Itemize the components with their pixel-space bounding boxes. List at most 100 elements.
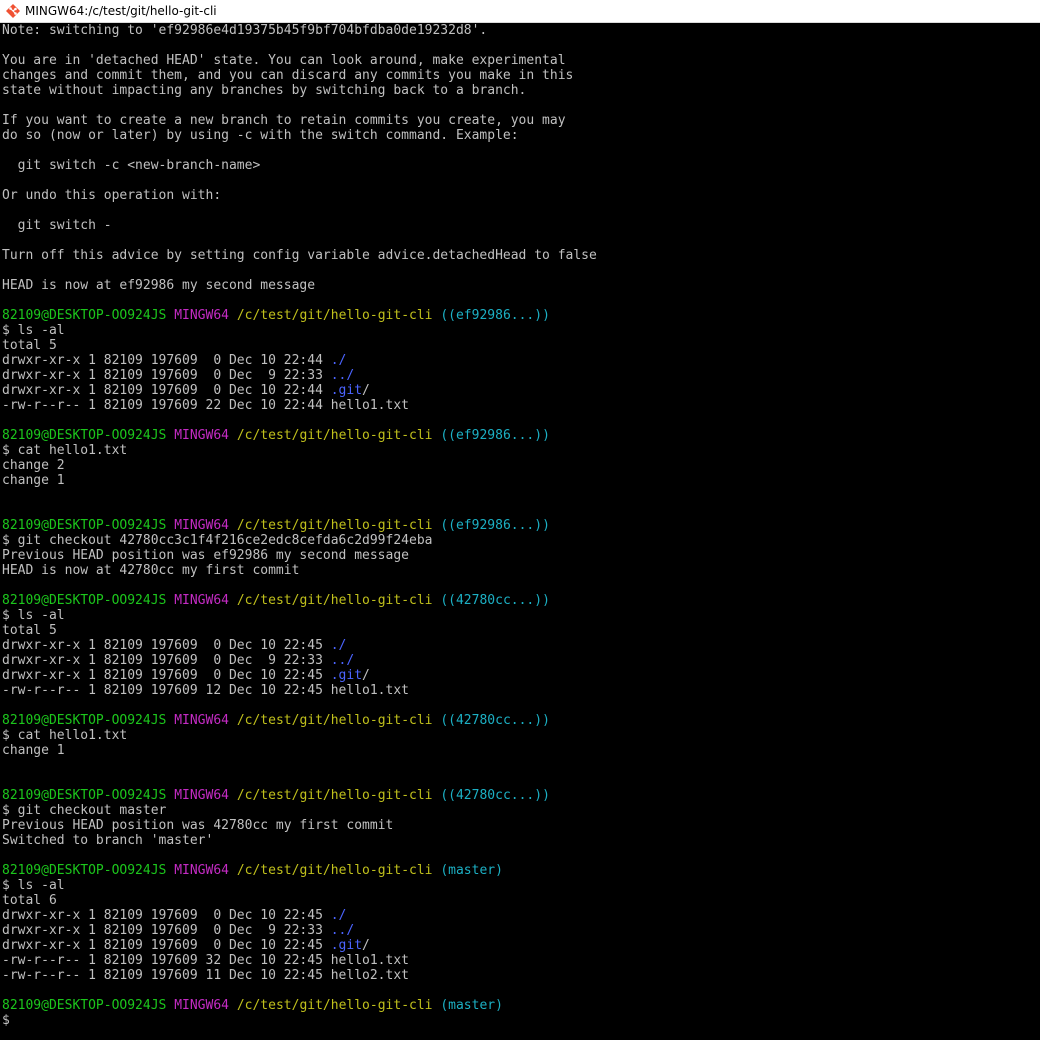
terminal-line: drwxr-xr-x 1 82109 197609 0 Dec 10 22:45… <box>2 908 1038 923</box>
terminal-line: If you want to create a new branch to re… <box>2 113 1038 128</box>
prompt-path: /c/test/git/hello-git-cli <box>236 518 433 533</box>
output-text: change 2 <box>2 458 65 473</box>
prompt-user-host: 82109@DESKTOP-OO924JS <box>2 788 167 803</box>
output-text: change 1 <box>2 743 65 758</box>
terminal-line: Switched to branch 'master' <box>2 833 1038 848</box>
terminal-line: -rw-r--r-- 1 82109 197609 11 Dec 10 22:4… <box>2 968 1038 983</box>
terminal-line: drwxr-xr-x 1 82109 197609 0 Dec 10 22:44… <box>2 383 1038 398</box>
title-bar[interactable]: MINGW64:/c/test/git/hello-git-cli <box>0 0 1040 23</box>
prompt-branch: ((ef92986...)) <box>440 518 550 533</box>
terminal-line: Previous HEAD position was ef92986 my se… <box>2 548 1038 563</box>
terminal-line: You are in 'detached HEAD' state. You ca… <box>2 53 1038 68</box>
terminal-line: change 1 <box>2 743 1038 758</box>
terminal-line: Or undo this operation with: <box>2 188 1038 203</box>
prompt-system: MINGW64 <box>174 428 229 443</box>
terminal-line: 82109@DESKTOP-OO924JS MINGW64 /c/test/gi… <box>2 428 1038 443</box>
prompt-system: MINGW64 <box>174 998 229 1013</box>
terminal-line: drwxr-xr-x 1 82109 197609 0 Dec 9 22:33 … <box>2 923 1038 938</box>
terminal-line: -rw-r--r-- 1 82109 197609 22 Dec 10 22:4… <box>2 398 1038 413</box>
output-text: drwxr-xr-x 1 82109 197609 0 Dec 10 22:44 <box>2 353 331 368</box>
output-text: total 5 <box>2 623 57 638</box>
output-text: -rw-r--r-- 1 82109 197609 12 Dec 10 22:4… <box>2 683 409 698</box>
output-text: git switch -c <new-branch-name> <box>2 158 261 173</box>
prompt-user-host: 82109@DESKTOP-OO924JS <box>2 998 167 1013</box>
directory-entry: ../ <box>330 923 355 938</box>
prompt-user-host: 82109@DESKTOP-OO924JS <box>2 308 167 323</box>
terminal-line: total 5 <box>2 623 1038 638</box>
output-text: HEAD is now at ef92986 my second message <box>2 278 316 293</box>
output-text: Or undo this operation with: <box>2 188 222 203</box>
prompt-system: MINGW64 <box>174 863 229 878</box>
output-text: $ cat hello1.txt <box>2 728 128 743</box>
directory-entry: ../ <box>330 368 355 383</box>
output-text: git switch - <box>2 218 112 233</box>
prompt-path: /c/test/git/hello-git-cli <box>236 998 433 1013</box>
terminal-line: $ ls -al <box>2 878 1038 893</box>
prompt-user-host: 82109@DESKTOP-OO924JS <box>2 518 167 533</box>
output-text: Switched to branch 'master' <box>2 833 214 848</box>
prompt-branch: ((ef92986...)) <box>440 428 550 443</box>
terminal-line: $ <box>2 1013 1038 1028</box>
terminal-line: changes and commit them, and you can dis… <box>2 68 1038 83</box>
terminal-output[interactable]: Note: switching to 'ef92986e4d19375b45f9… <box>2 23 1038 1040</box>
output-text: $ ls -al <box>2 323 65 338</box>
prompt-system: MINGW64 <box>174 593 229 608</box>
directory-entry: ../ <box>330 653 355 668</box>
prompt-system: MINGW64 <box>174 788 229 803</box>
terminal-line: 82109@DESKTOP-OO924JS MINGW64 /c/test/gi… <box>2 713 1038 728</box>
directory-entry: .git <box>330 668 363 683</box>
prompt-path: /c/test/git/hello-git-cli <box>236 863 433 878</box>
prompt-system: MINGW64 <box>174 713 229 728</box>
output-text: drwxr-xr-x 1 82109 197609 0 Dec 9 22:33 <box>2 653 331 668</box>
prompt-path: /c/test/git/hello-git-cli <box>236 713 433 728</box>
output-text: drwxr-xr-x 1 82109 197609 0 Dec 10 22:45 <box>2 938 331 953</box>
terminal-line: 82109@DESKTOP-OO924JS MINGW64 /c/test/gi… <box>2 308 1038 323</box>
output-text: $ ls -al <box>2 878 65 893</box>
directory-entry: ./ <box>330 908 347 923</box>
terminal-line: drwxr-xr-x 1 82109 197609 0 Dec 10 22:45… <box>2 638 1038 653</box>
output-text: Previous HEAD position was 42780cc my fi… <box>2 818 394 833</box>
output-text: $ git checkout master <box>2 803 167 818</box>
output-text: change 1 <box>2 473 65 488</box>
output-text: $ ls -al <box>2 608 65 623</box>
prompt-branch: ((ef92986...)) <box>440 308 550 323</box>
terminal-line: drwxr-xr-x 1 82109 197609 0 Dec 10 22:45… <box>2 668 1038 683</box>
output-text: HEAD is now at 42780cc my first commit <box>2 563 300 578</box>
output-text: drwxr-xr-x 1 82109 197609 0 Dec 9 22:33 <box>2 923 331 938</box>
directory-entry: ./ <box>330 353 347 368</box>
terminal-line: change 2 <box>2 458 1038 473</box>
terminal-window: MINGW64:/c/test/git/hello-git-cli Note: … <box>0 0 1040 1040</box>
terminal-line: total 5 <box>2 338 1038 353</box>
output-text: $ cat hello1.txt <box>2 443 128 458</box>
terminal-line: 82109@DESKTOP-OO924JS MINGW64 /c/test/gi… <box>2 863 1038 878</box>
terminal-line: drwxr-xr-x 1 82109 197609 0 Dec 10 22:44… <box>2 353 1038 368</box>
output-text: / <box>362 383 370 398</box>
terminal-line: 82109@DESKTOP-OO924JS MINGW64 /c/test/gi… <box>2 998 1038 1013</box>
terminal-line: drwxr-xr-x 1 82109 197609 0 Dec 9 22:33 … <box>2 653 1038 668</box>
output-text: -rw-r--r-- 1 82109 197609 11 Dec 10 22:4… <box>2 968 409 983</box>
terminal-line: 82109@DESKTOP-OO924JS MINGW64 /c/test/gi… <box>2 593 1038 608</box>
terminal-line: -rw-r--r-- 1 82109 197609 12 Dec 10 22:4… <box>2 683 1038 698</box>
terminal-line: Turn off this advice by setting config v… <box>2 248 1038 263</box>
terminal-line: $ git checkout 42780cc3c1f4f216ce2edc8ce… <box>2 533 1038 548</box>
output-text: / <box>362 938 370 953</box>
prompt-user-host: 82109@DESKTOP-OO924JS <box>2 593 167 608</box>
output-text: state without impacting any branches by … <box>2 83 527 98</box>
terminal-line: Note: switching to 'ef92986e4d19375b45f9… <box>2 23 1038 38</box>
prompt-user-host: 82109@DESKTOP-OO924JS <box>2 428 167 443</box>
terminal-line: HEAD is now at 42780cc my first commit <box>2 563 1038 578</box>
terminal-line: $ ls -al <box>2 323 1038 338</box>
